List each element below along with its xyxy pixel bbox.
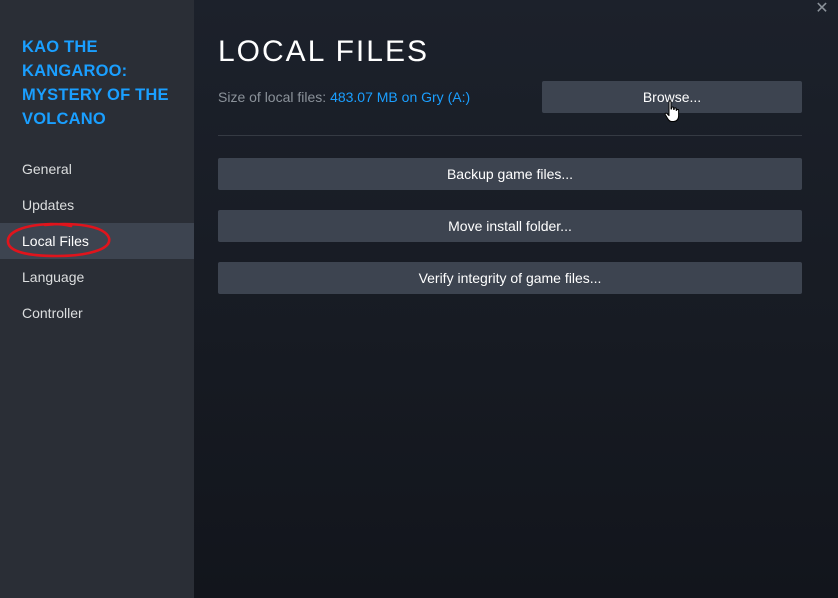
browse-button[interactable]: Browse... bbox=[542, 81, 802, 113]
size-label: Size of local files: bbox=[218, 89, 327, 105]
sidebar-item-controller[interactable]: Controller bbox=[0, 295, 194, 331]
sidebar-item-language[interactable]: Language bbox=[0, 259, 194, 295]
backup-game-files-button[interactable]: Backup game files... bbox=[218, 158, 802, 190]
sidebar: KAO THE KANGAROO: MYSTERY OF THE VOLCANO… bbox=[0, 0, 194, 598]
local-files-size: Size of local files: 483.07 MB on Gry (A… bbox=[218, 88, 470, 106]
sidebar-item-general[interactable]: General bbox=[0, 151, 194, 187]
divider bbox=[218, 135, 802, 136]
size-value-link[interactable]: 483.07 MB on Gry (A:) bbox=[330, 89, 470, 105]
game-title: KAO THE KANGAROO: MYSTERY OF THE VOLCANO bbox=[22, 38, 169, 128]
sidebar-item-local-files[interactable]: Local Files bbox=[0, 223, 194, 259]
close-icon[interactable]: ✕ bbox=[812, 0, 832, 18]
properties-window: KAO THE KANGAROO: MYSTERY OF THE VOLCANO… bbox=[0, 0, 838, 598]
sidebar-nav: General Updates Local Files Language Con… bbox=[0, 151, 194, 331]
page-title: LOCAL FILES bbox=[218, 35, 429, 68]
move-install-folder-button[interactable]: Move install folder... bbox=[218, 210, 802, 242]
sidebar-item-updates[interactable]: Updates bbox=[0, 187, 194, 223]
verify-integrity-button[interactable]: Verify integrity of game files... bbox=[218, 262, 802, 294]
